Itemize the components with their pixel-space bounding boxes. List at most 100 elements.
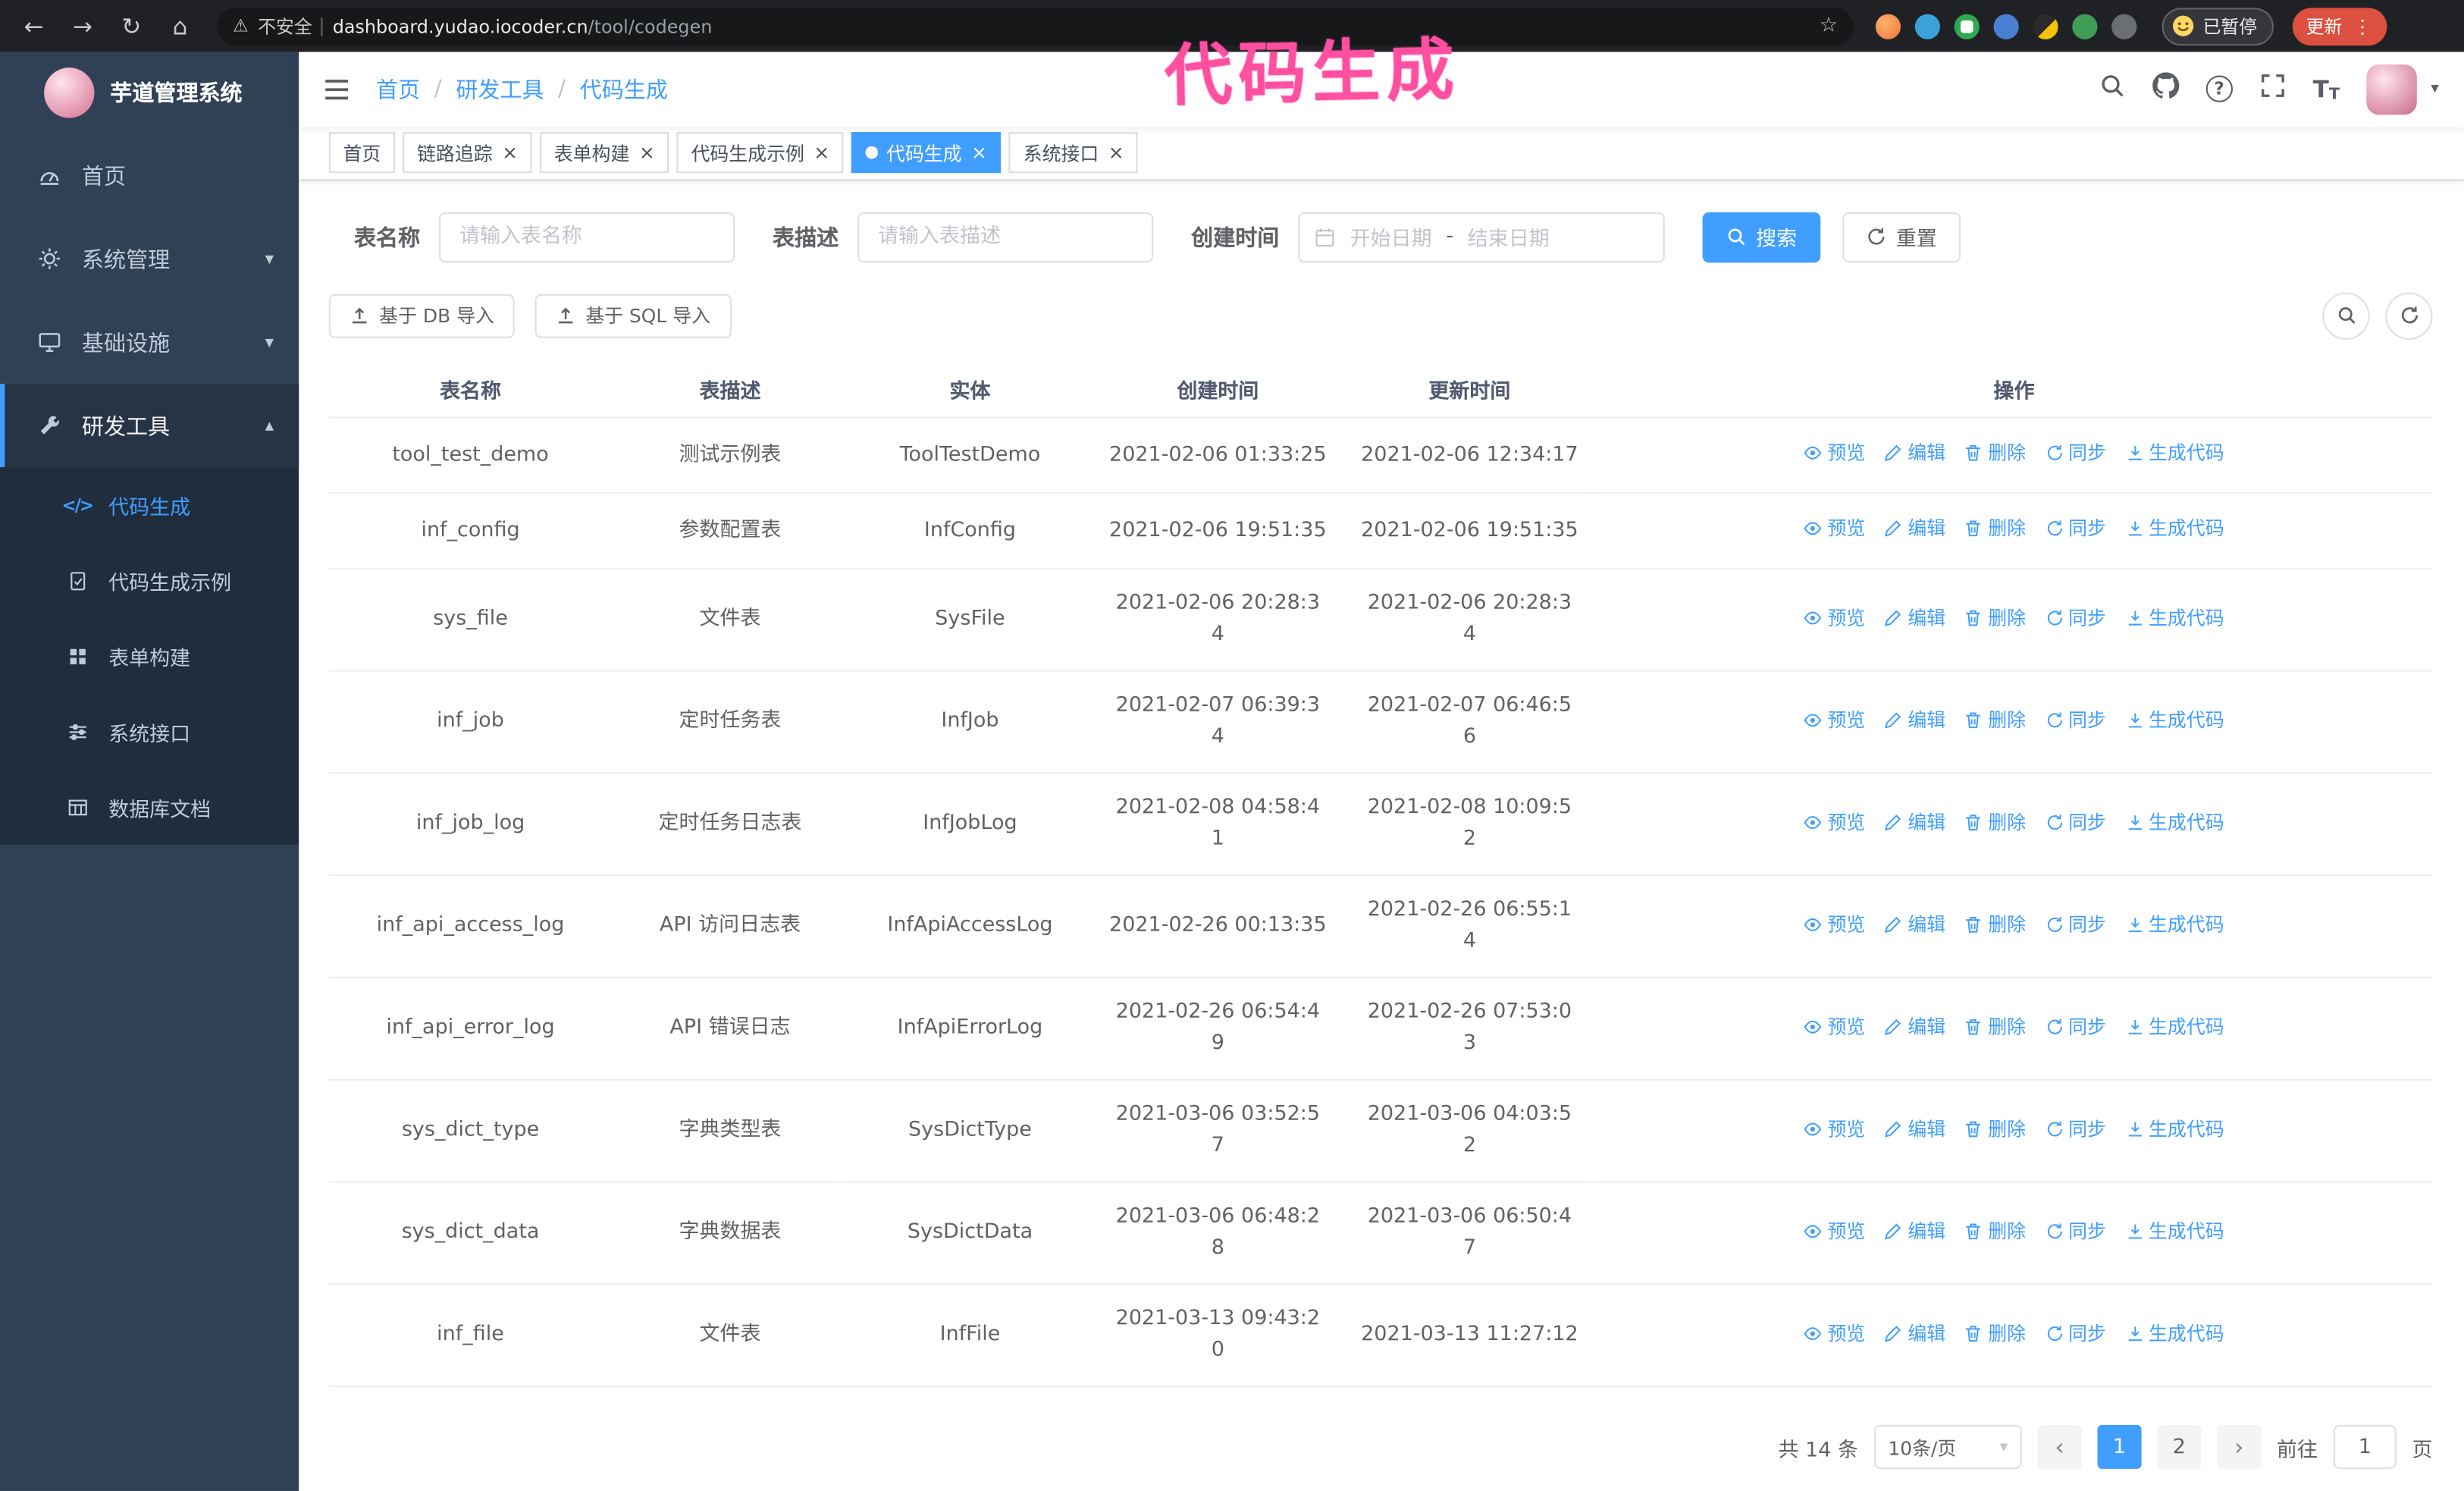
refresh-icon[interactable]	[2385, 291, 2433, 339]
close-icon[interactable]: ×	[971, 143, 987, 162]
page-size-select[interactable]: 10条/页 ▾	[1873, 1424, 2022, 1469]
app-logo[interactable]: 芋道管理系统	[0, 52, 299, 133]
back-icon[interactable]: ←	[13, 5, 55, 47]
table-name-input[interactable]	[439, 211, 735, 262]
extension-icon-5[interactable]	[2033, 13, 2058, 39]
import-db-button[interactable]: 基于 DB 导入	[328, 293, 515, 337]
action-edit-link[interactable]: 编辑	[1884, 1317, 1945, 1348]
extension-icon-3[interactable]	[1954, 13, 1980, 39]
sidebar-item-home[interactable]: 首页	[0, 133, 299, 217]
avatar-caret-icon[interactable]: ▾	[2431, 80, 2438, 98]
action-generate-link[interactable]: 生成代码	[2125, 1215, 2224, 1246]
action-sync-link[interactable]: 同步	[2045, 513, 2106, 544]
action-generate-link[interactable]: 生成代码	[2125, 1113, 2224, 1144]
action-sync-link[interactable]: 同步	[2045, 601, 2106, 632]
tag-codegen-example[interactable]: 代码生成示例 ×	[676, 132, 844, 174]
reset-button[interactable]: 重置	[1842, 211, 1961, 262]
action-edit-link[interactable]: 编辑	[1884, 806, 1945, 837]
action-preview-link[interactable]: 预览	[1804, 601, 1865, 632]
action-generate-link[interactable]: 生成代码	[2125, 438, 2224, 469]
extension-icon-2[interactable]	[1914, 13, 1940, 39]
home-icon[interactable]: ⌂	[159, 5, 202, 47]
action-sync-link[interactable]: 同步	[2045, 438, 2106, 469]
action-generate-link[interactable]: 生成代码	[2125, 601, 2224, 632]
action-edit-link[interactable]: 编辑	[1884, 513, 1945, 544]
breadcrumb-home[interactable]: 首页	[376, 74, 420, 105]
page-button-2[interactable]: 2	[2157, 1424, 2202, 1469]
sidebar-item-form-builder[interactable]: 表单构建	[0, 618, 299, 694]
breadcrumb-devtools[interactable]: 研发工具	[456, 74, 544, 105]
kebab-menu-icon[interactable]: ⋮	[2353, 15, 2372, 37]
reload-icon[interactable]: ↻	[110, 5, 152, 47]
action-generate-link[interactable]: 生成代码	[2125, 513, 2224, 544]
sidebar-item-db-doc[interactable]: 数据库文档	[0, 769, 299, 845]
close-icon[interactable]: ×	[1108, 143, 1124, 162]
forward-icon[interactable]: →	[61, 5, 104, 47]
extension-icon-4[interactable]	[1993, 13, 2019, 39]
action-edit-link[interactable]: 编辑	[1884, 1215, 1945, 1246]
action-sync-link[interactable]: 同步	[2045, 1215, 2106, 1246]
action-preview-link[interactable]: 预览	[1804, 1113, 1865, 1144]
prev-page-button[interactable]: ‹	[2037, 1424, 2082, 1469]
hide-search-icon[interactable]	[2322, 291, 2370, 339]
action-sync-link[interactable]: 同步	[2045, 909, 2106, 940]
github-icon[interactable]	[2152, 73, 2180, 106]
action-delete-link[interactable]: 删除	[1964, 704, 2026, 735]
hamburger-icon[interactable]	[322, 75, 350, 103]
close-icon[interactable]: ×	[639, 143, 655, 162]
action-sync-link[interactable]: 同步	[2045, 1113, 2106, 1144]
action-delete-link[interactable]: 删除	[1964, 1215, 2026, 1246]
tag-api[interactable]: 系统接口 ×	[1009, 132, 1139, 174]
fullscreen-icon[interactable]	[2259, 73, 2286, 106]
search-icon[interactable]	[2099, 73, 2125, 106]
action-edit-link[interactable]: 编辑	[1884, 438, 1945, 469]
import-sql-button[interactable]: 基于 SQL 导入	[534, 293, 732, 337]
sidebar-item-infra[interactable]: 基础设施 ▾	[0, 300, 299, 384]
action-edit-link[interactable]: 编辑	[1884, 601, 1945, 632]
action-generate-link[interactable]: 生成代码	[2125, 1317, 2224, 1348]
address-bar[interactable]: ⚠ 不安全 dashboard.yudao.iocoder.cn/tool/co…	[217, 7, 1854, 46]
extension-icon-1[interactable]	[1875, 13, 1901, 39]
action-delete-link[interactable]: 删除	[1964, 513, 2026, 544]
action-preview-link[interactable]: 预览	[1804, 1215, 1865, 1246]
sidebar-item-api[interactable]: 系统接口	[0, 694, 299, 770]
bookmark-star-icon[interactable]: ☆	[1820, 14, 1838, 38]
avatar[interactable]	[2366, 64, 2417, 115]
action-delete-link[interactable]: 删除	[1964, 1317, 2026, 1348]
sidebar-item-devtools[interactable]: 研发工具 ▴	[0, 384, 299, 467]
profile-paused-chip[interactable]: 已暂停	[2161, 7, 2273, 46]
action-preview-link[interactable]: 预览	[1804, 513, 1865, 544]
action-delete-link[interactable]: 删除	[1964, 438, 2026, 469]
action-preview-link[interactable]: 预览	[1804, 1317, 1865, 1348]
search-button[interactable]: 搜索	[1702, 211, 1821, 262]
tag-tracing[interactable]: 链路追踪 ×	[403, 132, 532, 174]
action-generate-link[interactable]: 生成代码	[2125, 1010, 2224, 1041]
action-generate-link[interactable]: 生成代码	[2125, 704, 2224, 735]
tag-form-builder[interactable]: 表单构建 ×	[540, 132, 669, 174]
action-sync-link[interactable]: 同步	[2045, 1317, 2106, 1348]
sidebar-item-system[interactable]: 系统管理 ▾	[0, 217, 299, 300]
action-sync-link[interactable]: 同步	[2045, 806, 2106, 837]
action-generate-link[interactable]: 生成代码	[2125, 909, 2224, 940]
date-range-picker[interactable]: 开始日期 - 结束日期	[1298, 211, 1665, 262]
sidebar-item-codegen[interactable]: </> 代码生成	[0, 467, 299, 543]
font-size-icon[interactable]: TT	[2313, 75, 2340, 103]
action-sync-link[interactable]: 同步	[2045, 704, 2106, 735]
extension-icon-6[interactable]	[2072, 13, 2098, 39]
action-delete-link[interactable]: 删除	[1964, 1010, 2026, 1041]
action-delete-link[interactable]: 删除	[1964, 806, 2026, 837]
action-edit-link[interactable]: 编辑	[1884, 704, 1945, 735]
action-delete-link[interactable]: 删除	[1964, 1113, 2026, 1144]
action-preview-link[interactable]: 预览	[1804, 438, 1865, 469]
tag-codegen[interactable]: 代码生成 ×	[851, 132, 1002, 174]
action-edit-link[interactable]: 编辑	[1884, 1113, 1945, 1144]
action-delete-link[interactable]: 删除	[1964, 909, 2026, 940]
action-preview-link[interactable]: 预览	[1804, 704, 1865, 735]
page-button-1[interactable]: 1	[2097, 1424, 2142, 1469]
action-preview-link[interactable]: 预览	[1804, 909, 1865, 940]
action-preview-link[interactable]: 预览	[1804, 806, 1865, 837]
next-page-button[interactable]: ›	[2217, 1424, 2262, 1469]
action-generate-link[interactable]: 生成代码	[2125, 806, 2224, 837]
help-icon[interactable]: ?	[2205, 76, 2233, 103]
close-icon[interactable]: ×	[813, 143, 829, 162]
